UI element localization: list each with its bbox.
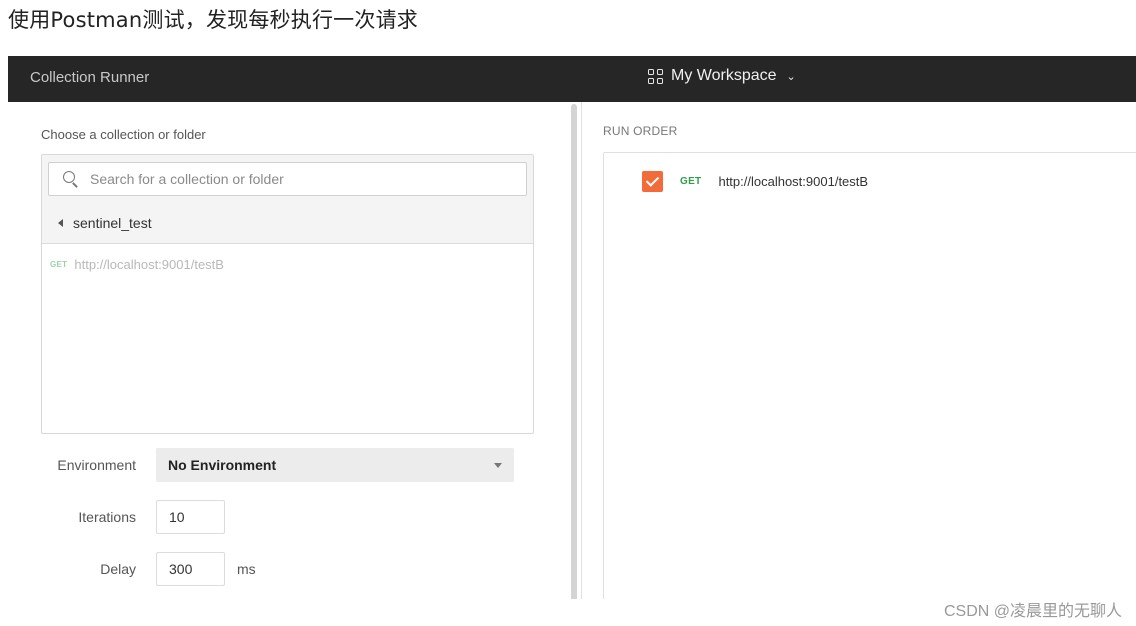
caret-down-icon xyxy=(494,462,502,468)
page-caption: 使用Postman测试，发现每秒执行一次请求 xyxy=(8,8,418,32)
collection-runner-window: Collection Runner My Workspace ⌄ Choose … xyxy=(8,56,1136,599)
run-order-panel: RUN ORDER GET http://localhost:9001/test… xyxy=(582,102,1136,599)
folder-name: sentinel_test xyxy=(73,215,152,231)
request-list-item[interactable]: GET http://localhost:9001/testB xyxy=(50,257,224,272)
iterations-row: Iterations xyxy=(8,500,225,534)
picker-header: sentinel_test xyxy=(42,155,533,244)
iterations-input[interactable] xyxy=(156,500,225,534)
grid-icon xyxy=(648,68,663,84)
run-order-label: RUN ORDER xyxy=(603,124,678,138)
request-url: http://localhost:9001/testB xyxy=(74,257,224,272)
delay-row: Delay ms xyxy=(8,552,256,586)
search-box[interactable] xyxy=(48,162,527,196)
iterations-label: Iterations xyxy=(78,509,136,525)
delay-label: Delay xyxy=(100,561,136,577)
choose-collection-label: Choose a collection or folder xyxy=(41,127,206,142)
workspace-switcher[interactable]: My Workspace ⌄ xyxy=(648,67,796,85)
title-bar: Collection Runner My Workspace ⌄ xyxy=(8,56,1136,102)
search-input[interactable] xyxy=(90,171,490,187)
delay-unit: ms xyxy=(237,561,256,577)
run-item-method: GET xyxy=(680,176,702,187)
run-order-item: GET http://localhost:9001/testB xyxy=(642,171,868,192)
workspace-label: My Workspace xyxy=(671,67,777,84)
environment-label: Environment xyxy=(57,457,136,473)
collection-picker: sentinel_test GET http://localhost:9001/… xyxy=(41,154,534,434)
chevron-down-icon: ⌄ xyxy=(786,70,796,83)
environment-select[interactable]: No Environment xyxy=(156,448,514,482)
delay-input[interactable] xyxy=(156,552,225,586)
request-method: GET xyxy=(50,260,68,269)
request-checkbox[interactable] xyxy=(642,171,663,192)
folder-back-button[interactable]: sentinel_test xyxy=(58,215,152,231)
environment-row: Environment No Environment xyxy=(8,448,514,482)
back-arrow-icon xyxy=(58,219,63,227)
environment-value: No Environment xyxy=(168,457,277,473)
search-icon xyxy=(62,170,80,188)
collection-selector-panel: Choose a collection or folder sentinel_t… xyxy=(8,102,568,599)
panel-scrollbar[interactable] xyxy=(571,104,577,599)
window-title: Collection Runner xyxy=(30,69,150,86)
run-order-list: GET http://localhost:9001/testB xyxy=(603,152,1136,599)
run-item-url: http://localhost:9001/testB xyxy=(718,174,869,189)
watermark: CSDN @凌晨里的无聊人 xyxy=(943,603,1122,620)
